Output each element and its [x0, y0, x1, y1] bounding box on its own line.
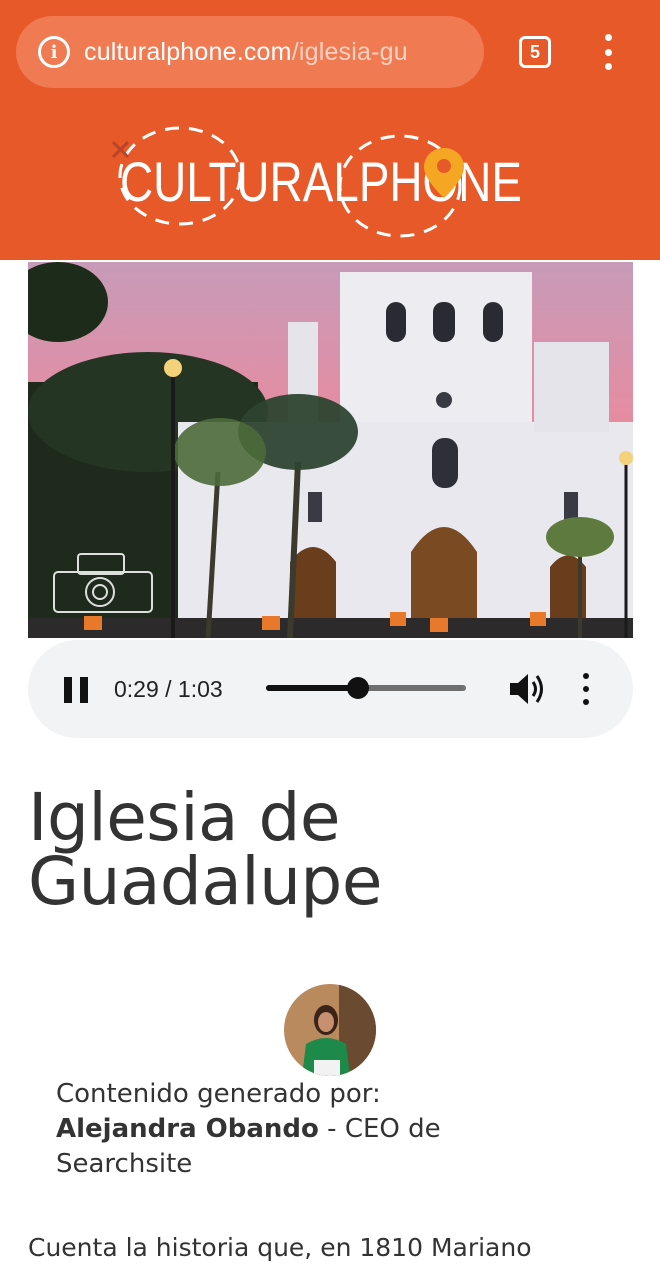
- browser-menu-icon[interactable]: [596, 34, 620, 70]
- player-time: 0:29 / 1:03: [114, 676, 223, 702]
- browser-toolbar: i culturalphone.com/iglesia-gu 5: [0, 0, 660, 104]
- info-circle-icon[interactable]: i: [38, 36, 70, 68]
- pause-icon[interactable]: [64, 677, 88, 703]
- church-photo: [28, 262, 633, 638]
- audio-player: 0:29 / 1:03: [28, 640, 633, 738]
- url-host: culturalphone.com: [84, 37, 292, 66]
- seek-slider[interactable]: [266, 677, 466, 699]
- page-title: Iglesia de Guadalupe: [28, 779, 382, 920]
- site-header: CULTURALPHONE: [0, 104, 660, 260]
- seek-thumb[interactable]: [347, 677, 369, 699]
- culturalphone-logo[interactable]: CULTURALPHONE: [0, 104, 660, 260]
- author-credit: Contenido generado por: Alejandra Obando…: [56, 1077, 476, 1182]
- volume-icon[interactable]: [508, 671, 546, 707]
- url-path: /iglesia-gu: [291, 37, 408, 66]
- address-bar[interactable]: i culturalphone.com/iglesia-gu: [16, 16, 484, 88]
- author-prefix: Contenido generado por:: [56, 1079, 381, 1109]
- article-body: Cuenta la historia que, en 1810 Mariano: [28, 1233, 532, 1262]
- author-name: Alejandra Obando: [56, 1114, 319, 1144]
- avatar: [284, 984, 376, 1076]
- url-text[interactable]: culturalphone.com/iglesia-gu: [84, 38, 408, 67]
- tab-switcher-icon[interactable]: 5: [519, 36, 551, 68]
- seek-progress: [266, 685, 358, 691]
- player-menu-icon[interactable]: [581, 673, 591, 705]
